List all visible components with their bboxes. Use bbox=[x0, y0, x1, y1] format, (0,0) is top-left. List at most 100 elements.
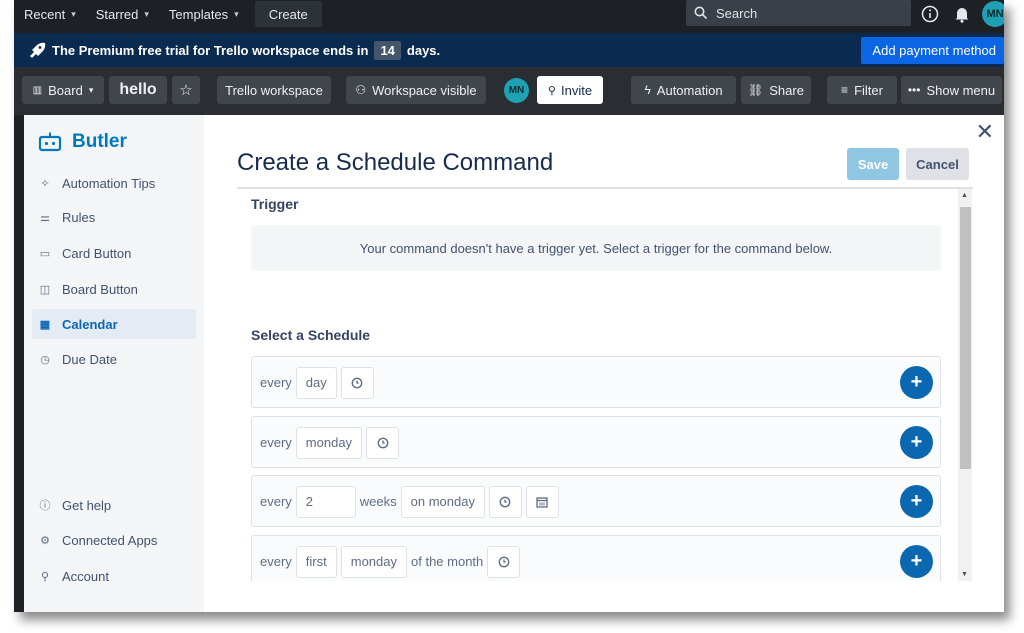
sidebar-item-due-date[interactable]: ◷ Due Date bbox=[32, 344, 196, 374]
add-user-icon: ⚲ bbox=[547, 84, 556, 97]
person-icon: ⚲ bbox=[40, 570, 50, 583]
sidebar-item-label: Rules bbox=[62, 209, 96, 225]
sidebar-item-board-button[interactable]: ◫ Board Button bbox=[32, 274, 196, 304]
filter-button[interactable]: ≡ Filter bbox=[827, 76, 897, 104]
command-scroll-area[interactable]: Trigger Your command doesn't have a trig… bbox=[237, 189, 973, 581]
automation-button[interactable]: ϟ Automation bbox=[631, 76, 736, 104]
scrollbar[interactable]: ▲ ▼ bbox=[958, 189, 972, 581]
butler-robot-icon bbox=[38, 132, 62, 152]
board-view-switcher[interactable]: ▥ Board ▾ bbox=[22, 76, 104, 104]
scrollbar-thumb[interactable] bbox=[960, 207, 971, 469]
page-title: Create a Schedule Command bbox=[237, 149, 554, 176]
schedule-fields: every monday bbox=[260, 426, 400, 459]
schedule-row: every day + bbox=[251, 356, 941, 408]
add-schedule-button[interactable]: + bbox=[900, 426, 933, 459]
info-icon[interactable] bbox=[920, 4, 940, 24]
sidebar-item-label: Get help bbox=[62, 497, 112, 513]
link-icon: ⛓ bbox=[748, 83, 764, 97]
weekday-select[interactable]: monday bbox=[340, 545, 407, 578]
calendar-icon: ▦ bbox=[39, 318, 51, 331]
schedule-heading: Select a Schedule bbox=[251, 327, 371, 343]
sidebar-item-label: Due Date bbox=[62, 351, 117, 367]
show-menu-button[interactable]: ••• Show menu bbox=[901, 76, 1002, 104]
create-button[interactable]: Create bbox=[254, 1, 322, 27]
sidebar-item-label: Account bbox=[62, 568, 109, 584]
trigger-heading: Trigger bbox=[251, 196, 299, 212]
sidebar-item-get-help[interactable]: ⓘ Get help bbox=[32, 490, 196, 520]
board-title[interactable]: hello bbox=[109, 76, 167, 104]
trigger-empty-state: Your command doesn't have a trigger yet.… bbox=[251, 225, 941, 271]
avatar[interactable]: MN bbox=[982, 1, 1004, 27]
sidebar-item-label: Connected Apps bbox=[62, 532, 158, 548]
sidebar-item-automation-tips[interactable]: ✧ Automation Tips bbox=[32, 168, 196, 198]
nav-templates-label: Templates bbox=[168, 6, 229, 22]
nav-recent[interactable]: Recent ▾ bbox=[14, 0, 86, 28]
period-select[interactable]: day bbox=[295, 366, 337, 399]
sidebar-item-card-button[interactable]: ▭ Card Button bbox=[32, 238, 196, 268]
trial-banner: The Premium free trial for Trello worksp… bbox=[14, 33, 1004, 67]
nav-starred-label: Starred bbox=[95, 6, 139, 22]
scroll-down-icon[interactable]: ▼ bbox=[961, 571, 968, 578]
invite-button[interactable]: ⚲ Invite bbox=[537, 76, 603, 104]
member-avatar[interactable]: MN bbox=[504, 78, 529, 103]
scroll-up-icon[interactable]: ▲ bbox=[961, 192, 968, 199]
invite-label: Invite bbox=[560, 82, 593, 98]
schedule-fields: every day bbox=[260, 366, 374, 399]
calendar-icon[interactable] bbox=[525, 485, 559, 518]
star-icon: ☆ bbox=[179, 82, 193, 99]
sidebar-item-label: Board Button bbox=[62, 281, 138, 297]
board-header: ▥ Board ▾ hello ☆ Trello workspace ⚇ Wor… bbox=[14, 67, 1004, 115]
chevron-down-icon: ▾ bbox=[144, 8, 149, 19]
more-icon: ••• bbox=[907, 83, 921, 97]
sidebar-item-account[interactable]: ⚲ Account bbox=[32, 561, 196, 591]
search-input[interactable]: Search bbox=[686, 0, 911, 26]
weekday-select[interactable]: monday bbox=[295, 426, 363, 459]
every-label: every bbox=[260, 375, 292, 390]
add-schedule-button[interactable]: + bbox=[900, 485, 933, 518]
filter-label: Filter bbox=[854, 82, 883, 98]
workspace-button[interactable]: Trello workspace bbox=[217, 76, 331, 104]
visibility-button[interactable]: ⚇ Workspace visible bbox=[346, 76, 486, 104]
clock-icon[interactable] bbox=[340, 366, 374, 399]
share-button[interactable]: ⛓ Share bbox=[741, 76, 811, 104]
top-nav: Recent ▾ Starred ▾ Templates ▾ Create Se… bbox=[14, 0, 1004, 28]
add-schedule-button[interactable]: + bbox=[900, 545, 933, 578]
schedule-fields: every 2 weeks on monday bbox=[260, 485, 559, 518]
butler-title: Butler bbox=[72, 131, 127, 152]
visibility-label: Workspace visible bbox=[372, 82, 477, 98]
butler-header: Butler bbox=[38, 131, 127, 153]
schedule-fields: every first monday of the month bbox=[260, 545, 521, 578]
sidebar-item-rules[interactable]: ⚌ Rules bbox=[32, 202, 196, 232]
search-placeholder: Search bbox=[716, 5, 758, 21]
sidebar-item-connected-apps[interactable]: ⚙ Connected Apps bbox=[32, 525, 196, 555]
clock-icon[interactable] bbox=[488, 485, 522, 518]
chevron-down-icon: ▾ bbox=[71, 8, 76, 19]
nav-recent-label: Recent bbox=[24, 6, 66, 22]
interval-input[interactable]: 2 bbox=[295, 485, 356, 518]
ordinal-select[interactable]: first bbox=[295, 545, 337, 578]
days-badge: 14 bbox=[374, 40, 401, 60]
sidebar-item-label: Automation Tips bbox=[62, 175, 156, 191]
clock-icon[interactable] bbox=[487, 545, 521, 578]
butler-modal: Butler ✧ Automation Tips ⚌ Rules ▭ Card … bbox=[24, 115, 1004, 612]
clock-icon: ◷ bbox=[40, 353, 50, 366]
sliders-icon: ⚌ bbox=[40, 211, 50, 224]
nav-templates[interactable]: Templates ▾ bbox=[159, 0, 249, 28]
add-payment-button[interactable]: Add payment method bbox=[861, 37, 1004, 64]
cancel-button[interactable]: Cancel bbox=[906, 148, 969, 180]
clock-icon[interactable] bbox=[366, 426, 400, 459]
unit-label: weeks bbox=[359, 494, 397, 509]
board-view-icon: ▥ bbox=[32, 84, 43, 96]
weekday-select[interactable]: on monday bbox=[400, 485, 485, 518]
bell-icon[interactable] bbox=[952, 4, 972, 24]
sidebar-item-calendar[interactable]: ▦ Calendar bbox=[32, 309, 196, 339]
star-button[interactable]: ☆ bbox=[172, 76, 200, 104]
schedule-row: every 2 weeks on monday + bbox=[251, 475, 941, 527]
people-icon: ⚇ bbox=[355, 83, 367, 97]
banner-text: The Premium free trial for Trello worksp… bbox=[52, 42, 369, 58]
sparkle-icon: ✧ bbox=[40, 177, 50, 190]
save-button[interactable]: Save bbox=[847, 148, 899, 180]
close-icon[interactable]: ✕ bbox=[976, 119, 994, 145]
nav-starred[interactable]: Starred ▾ bbox=[86, 0, 159, 28]
add-schedule-button[interactable]: + bbox=[900, 366, 933, 399]
